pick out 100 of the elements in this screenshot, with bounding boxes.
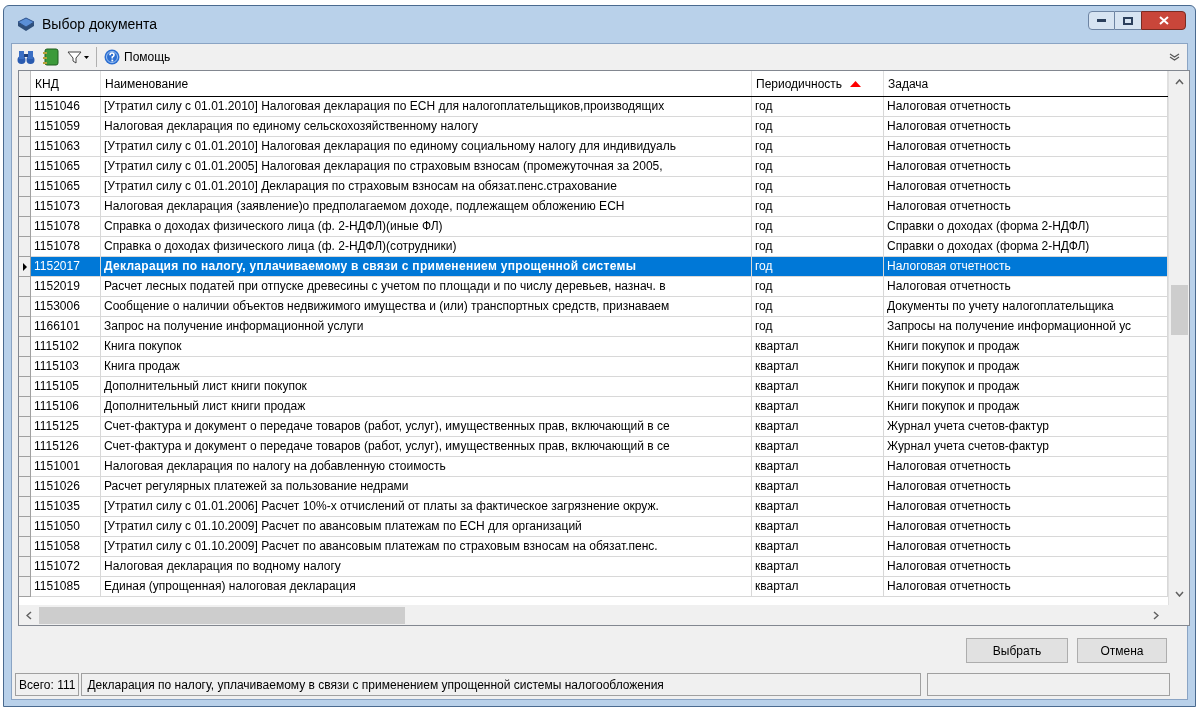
minimize-button[interactable] xyxy=(1088,11,1115,30)
table-cell: Документы по учету налогоплательщика xyxy=(884,297,1168,317)
status-text: Декларация по налогу, уплачиваемому в связи с применением упрощенной системы налогообложения xyxy=(81,673,922,696)
table-cell: Налоговая декларация по единому сельскохозяйственному налогу xyxy=(101,117,752,137)
table-cell: Запрос на получение информационной услуги xyxy=(101,317,752,337)
row-pointer-icon xyxy=(22,262,27,271)
row-header[interactable] xyxy=(19,257,31,277)
table-cell: квартал xyxy=(752,397,884,417)
table-cell: год xyxy=(752,137,884,157)
search-button[interactable] xyxy=(16,48,36,66)
table-cell: Книга покупок xyxy=(101,337,752,357)
table-cell: Налоговая отчетность xyxy=(884,257,1168,277)
cancel-button[interactable]: Отмена xyxy=(1077,638,1167,663)
table-cell: квартал xyxy=(752,577,884,597)
table-cell: Расчет лесных податей при отпуске древесины с учетом по площади и по числу деревьев, назнач. в xyxy=(101,277,752,297)
table-cell: 1153006 xyxy=(31,297,101,317)
close-button[interactable] xyxy=(1141,11,1186,30)
scroll-thumb[interactable] xyxy=(39,606,405,624)
chevron-down-icon xyxy=(1169,53,1180,61)
table-cell: Справка о доходах физического лица (ф. 2-НДФЛ)(сотрудники) xyxy=(101,237,752,257)
maximize-icon xyxy=(1123,16,1133,25)
caret-icon xyxy=(84,55,89,59)
table-cell: [Утратил силу с 01.10.2009] Расчет по авансовым платежам по ЕСН для организаций xyxy=(101,517,752,537)
scroll-right-icon xyxy=(1153,610,1159,620)
table-cell: квартал xyxy=(752,417,884,437)
table-cell: квартал xyxy=(752,437,884,457)
table-cell: год xyxy=(752,257,884,277)
table-cell: год xyxy=(752,297,884,317)
table-cell: 1151046 xyxy=(31,97,101,117)
table-cell: квартал xyxy=(752,497,884,517)
table-cell: [Утратил силу с 01.01.2010] Налоговая декларация по единому социальному налогу для индивидуаль xyxy=(101,137,752,157)
table-cell: Налоговая декларация по налогу на добавленную стоимость xyxy=(101,457,752,477)
filter-button[interactable] xyxy=(66,48,90,66)
table-cell: 1115125 xyxy=(31,417,101,437)
table-cell: Налоговая отчетность xyxy=(884,117,1168,137)
table-cell: 1115102 xyxy=(31,337,101,357)
column-header[interactable]: Периодичность xyxy=(752,71,884,96)
column-header[interactable]: Наименование xyxy=(101,71,752,96)
window-title: Выбор документа xyxy=(42,15,158,34)
table-cell: квартал xyxy=(752,337,884,357)
scroll-down-icon xyxy=(1174,591,1184,597)
table-cell: 1151001 xyxy=(31,457,101,477)
table-cell: Книги покупок и продаж xyxy=(884,397,1168,417)
sort-up-icon xyxy=(850,80,862,87)
table-cell: Книга продаж xyxy=(101,357,752,377)
table-cell: Журнал учета счетов-фактур xyxy=(884,437,1168,457)
close-icon xyxy=(1158,16,1169,25)
table-cell: Книги покупок и продаж xyxy=(884,357,1168,377)
help-button[interactable]: Помощь xyxy=(103,48,172,66)
table-cell: год xyxy=(752,277,884,297)
scroll-thumb[interactable] xyxy=(1170,285,1188,335)
table-cell: год xyxy=(752,197,884,217)
table-cell: Налоговая отчетность xyxy=(884,97,1168,117)
table-cell: квартал xyxy=(752,377,884,397)
table-cell: 1151072 xyxy=(31,557,101,577)
table-cell: Расчет регулярных платежей за пользование недрами xyxy=(101,477,752,497)
table-cell: Налоговая отчетность xyxy=(884,577,1168,597)
table-cell: Налоговая декларация по водному налогу xyxy=(101,557,752,577)
table-cell: Книги покупок и продаж xyxy=(884,337,1168,357)
filter-icon xyxy=(67,49,82,65)
table-cell: Налоговая отчетность xyxy=(884,157,1168,177)
table-cell: год xyxy=(752,237,884,257)
table-cell: [Утратил силу с 01.01.2005] Налоговая декларация по страховым взносам (промежуточная за 2005, xyxy=(101,157,752,177)
table-cell: Дополнительный лист книги покупок xyxy=(101,377,752,397)
table-cell: квартал xyxy=(752,557,884,577)
table-cell: 1151078 xyxy=(31,217,101,237)
table-cell: Налоговая декларация (заявление)о предполагаемом доходе, подлежащем обложению ЕСН xyxy=(101,197,752,217)
table-cell: [Утратил силу с 01.01.2006] Расчет 10%-х отчислений от платы за фактическое загрязнение окруж. xyxy=(101,497,752,517)
table-cell: Налоговая отчетность xyxy=(884,477,1168,497)
table-cell: год xyxy=(752,157,884,177)
table-cell: 1115103 xyxy=(31,357,101,377)
table-cell: Налоговая отчетность xyxy=(884,557,1168,577)
select-button[interactable]: Выбрать xyxy=(966,638,1068,663)
table-cell: 1115105 xyxy=(31,377,101,397)
table-cell: 1151085 xyxy=(31,577,101,597)
table-cell: Справка о доходах физического лица (ф. 2-НДФЛ)(иные ФЛ) xyxy=(101,217,752,237)
horizontal-scrollbar[interactable] xyxy=(19,605,1189,625)
table-cell: 1151078 xyxy=(31,237,101,257)
table-cell: 1152017 xyxy=(31,257,101,277)
table-cell: 1115126 xyxy=(31,437,101,457)
table-cell: 1151059 xyxy=(31,117,101,137)
table-cell: 1151026 xyxy=(31,477,101,497)
table-cell: квартал xyxy=(752,517,884,537)
table-cell: Налоговая отчетность xyxy=(884,277,1168,297)
table-cell: [Утратил силу с 01.10.2009] Расчет по авансовым платежам по страховым взносам на обязат.пенс. xyxy=(101,537,752,557)
table-cell: квартал xyxy=(752,537,884,557)
table-cell: квартал xyxy=(752,357,884,377)
table-cell: 1151065 xyxy=(31,177,101,197)
table-cell: 1151058 xyxy=(31,537,101,557)
column-header[interactable]: КНД xyxy=(31,71,101,96)
vertical-scrollbar[interactable] xyxy=(1168,71,1189,605)
header-corner xyxy=(19,71,31,96)
table-cell: 1151063 xyxy=(31,137,101,157)
notebook-button[interactable] xyxy=(42,47,60,67)
table-cell: [Утратил силу с 01.01.2010] Налоговая декларация по ЕСН для налогоплательщиков,производящих xyxy=(101,97,752,117)
table-cell: Счет-фактура и документ о передаче товаров (работ, услуг), имущественных прав, включающий в се xyxy=(101,417,752,437)
maximize-button[interactable] xyxy=(1115,11,1141,30)
table-cell: Запросы на получение информационной ус xyxy=(884,317,1168,337)
table-cell: Книги покупок и продаж xyxy=(884,377,1168,397)
table-cell: Единая (упрощенная) налоговая декларация xyxy=(101,577,752,597)
